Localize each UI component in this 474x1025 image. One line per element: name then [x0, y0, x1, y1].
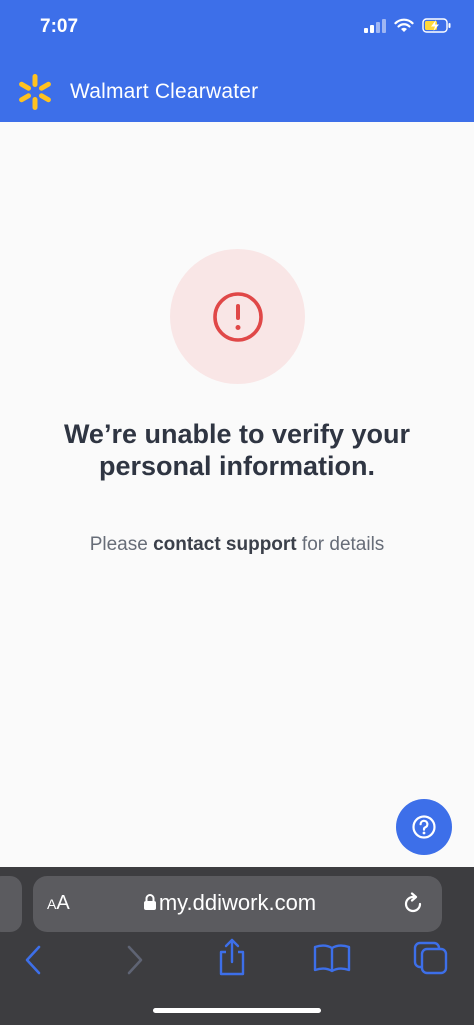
help-button[interactable] [396, 799, 452, 855]
tabs-icon[interactable] [413, 941, 449, 975]
browser-toolbar [0, 935, 474, 985]
alert-badge [170, 249, 305, 384]
reload-icon[interactable] [401, 892, 425, 916]
main-content: We’re unable to verify your personal inf… [0, 122, 474, 867]
contact-support-link[interactable]: contact support [153, 534, 297, 555]
bookmarks-icon[interactable] [313, 943, 351, 973]
status-icons [364, 18, 452, 33]
subtext-suffix: for details [296, 534, 385, 555]
home-indicator [153, 1008, 321, 1013]
error-headline: We’re unable to verify your personal inf… [63, 419, 411, 481]
walmart-spark-logo-icon [19, 74, 51, 110]
subtext-prefix: Please [89, 534, 154, 555]
battery-charging-icon [422, 18, 451, 33]
forward-chevron-icon[interactable] [124, 943, 146, 977]
question-circle-icon [412, 815, 436, 839]
app-header: Walmart Clearwater [0, 62, 474, 122]
cellular-signal-icon [364, 18, 386, 33]
browser-bottom-bar: AA my.ddiwork.com [0, 867, 474, 1025]
address-bar[interactable]: AA my.ddiwork.com [33, 876, 442, 932]
previous-tab-preview[interactable] [0, 876, 22, 932]
status-bar: 7:07 [0, 0, 474, 62]
url-text: my.ddiwork.com [158, 890, 317, 915]
exclamation-circle-icon [212, 291, 263, 342]
wifi-icon [394, 18, 414, 32]
status-time: 7:07 [40, 16, 79, 37]
error-subtext: Please contact support for details [60, 531, 414, 559]
store-name: Walmart Clearwater [70, 80, 259, 103]
share-icon[interactable] [216, 937, 248, 977]
back-chevron-icon[interactable] [22, 943, 44, 977]
